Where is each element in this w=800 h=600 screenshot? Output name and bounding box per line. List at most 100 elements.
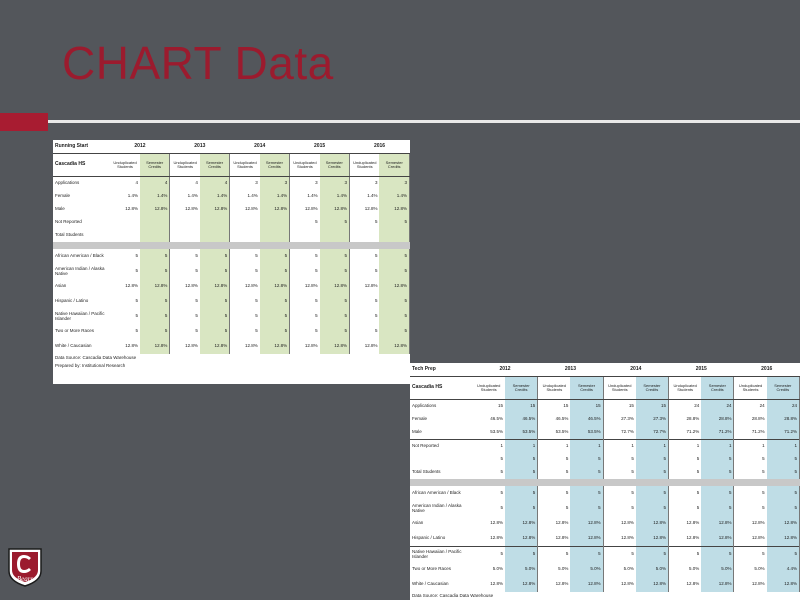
table-cell: 5.0%: [688, 566, 700, 572]
table-cell: 12.8%: [244, 343, 258, 349]
table-cell: 5: [135, 313, 138, 319]
table-cell: 12.8%: [199, 339, 231, 354]
college-shield-logo-icon: Bears: [6, 547, 44, 587]
table-cell: 12.8%: [635, 577, 670, 592]
table-cell: 5: [199, 309, 231, 324]
table-cell: 5: [762, 505, 765, 511]
table-cell: 5: [631, 490, 634, 496]
table-cell: [259, 229, 291, 242]
table-cell: 28.8%: [686, 416, 700, 422]
row-label: Asian: [412, 520, 424, 526]
table-cell: 5: [631, 505, 634, 511]
column-header: Semester Credits: [379, 153, 410, 177]
table-cell: 12.8%: [259, 339, 291, 354]
column-header: Semester Credits: [570, 376, 604, 400]
table-cell: 12.8%: [319, 339, 351, 354]
table-cell: 12.8%: [199, 279, 231, 294]
table-cell: 12.8%: [635, 531, 670, 547]
row-label: Female: [55, 193, 71, 199]
source-notes: Data Source: Cascadia Data WarehousePrep…: [53, 354, 410, 370]
column-header: Unduplicated Students: [110, 153, 140, 177]
table-cell: 5: [139, 249, 171, 264]
table-cell: 12.8%: [751, 581, 765, 587]
table-cell: 1: [505, 439, 539, 453]
table-cell: 5: [379, 309, 410, 324]
table-cell: 5: [379, 264, 410, 279]
table-cell: 46.5%: [505, 413, 539, 426]
table-cell: 12.8%: [125, 283, 138, 289]
column-header: Unduplicated Students: [229, 153, 260, 177]
year-header: 2013: [537, 363, 604, 377]
table-cell: 5: [255, 328, 258, 334]
table-cell: 12.8%: [555, 581, 569, 587]
table-cell: 5: [195, 328, 198, 334]
column-header-row: Cascadia HS Unduplicated Students Semester…: [53, 153, 410, 177]
column-header: Semester Credits: [259, 153, 291, 177]
table-cell: 12.8%: [686, 581, 700, 587]
row-label: Applications: [412, 403, 437, 409]
table-cell: 5: [374, 298, 378, 304]
table-cell: 5: [195, 268, 198, 274]
table-cell: 5: [505, 486, 539, 501]
table-cell: 5: [565, 456, 569, 462]
column-header: Unduplicated Students: [472, 376, 506, 400]
table-cell: 5: [259, 324, 291, 339]
table-cell: 5: [199, 324, 231, 339]
table-cell: 3: [379, 176, 410, 190]
year-header: 2016: [733, 363, 800, 377]
table-cell: 3: [255, 180, 258, 186]
row-label: White / Caucasian: [55, 343, 92, 349]
table-cell: 12.8%: [379, 203, 410, 216]
table-cell: 1.4%: [319, 190, 351, 203]
table-row: Applications 4 4 4 4 3 3 3 3 3 3: [53, 176, 410, 190]
table-row: Hispanic / Latino 5 5 5 5 5 5 5 5 5 5: [53, 294, 410, 309]
table-cell: 5: [139, 309, 171, 324]
table-cell: 12.8%: [570, 577, 604, 592]
table-cell: 5: [135, 328, 138, 334]
table-cell: 5: [199, 264, 231, 279]
row-label: [410, 453, 472, 466]
table-cell: 5: [701, 546, 735, 562]
row-label: Two or More Races: [412, 566, 452, 572]
table-cell: 1: [766, 439, 800, 453]
source-notes: Data Source: Cascadia Data WarehousePrep…: [410, 592, 800, 600]
table-cell: 53.5%: [555, 429, 569, 435]
table-cell: 12.8%: [701, 531, 735, 547]
table-cell: 12.8%: [185, 343, 198, 349]
table-cell: 1: [570, 439, 604, 453]
table-cell: 5: [315, 253, 318, 259]
table-cell: 5: [701, 453, 735, 466]
table-cell: 1: [701, 439, 735, 453]
table-row: Native Hawaiian / Pacific Islander 5 5 5 5 5 5…: [410, 546, 800, 562]
table-cell: 4: [195, 180, 198, 186]
table-cell: 15: [570, 399, 604, 413]
table-cell: 5: [635, 546, 670, 562]
table-cell: 28.8%: [701, 413, 735, 426]
table-cell: 1.4%: [187, 193, 198, 199]
table-cell: 5: [701, 466, 735, 479]
table-cell: 15: [498, 403, 504, 409]
table-cell: 5: [762, 456, 765, 462]
table-cell: 5: [255, 313, 258, 319]
table-cell: 5: [259, 309, 291, 324]
table-cell: 5: [195, 298, 198, 304]
column-header: Unduplicated Students: [537, 376, 571, 400]
table-cell: 12.8%: [139, 279, 171, 294]
table-cell: [319, 229, 351, 242]
table-cell: 12.8%: [364, 206, 378, 212]
table-cell: 5: [635, 453, 670, 466]
table-cell: 1: [668, 439, 702, 453]
table-cell: 5: [319, 264, 351, 279]
table-cell: 71.2%: [766, 426, 800, 440]
table-cell: 5: [766, 466, 800, 479]
table-cell: 5: [319, 324, 351, 339]
table-cell: 5.0%: [635, 562, 670, 577]
year-header: 2016: [349, 140, 410, 154]
table-row: White / Caucasian 12.8% 12.8% 12.8% 12.8% 12.…: [53, 339, 410, 354]
table-cell: 27.3%: [621, 416, 634, 422]
table-cell: 5: [379, 294, 410, 309]
table-cell: 12.8%: [635, 516, 670, 531]
table-row: [53, 242, 410, 249]
table-cell: [259, 216, 291, 229]
column-header-row: Cascadia HS Unduplicated Students Semester…: [410, 376, 800, 400]
